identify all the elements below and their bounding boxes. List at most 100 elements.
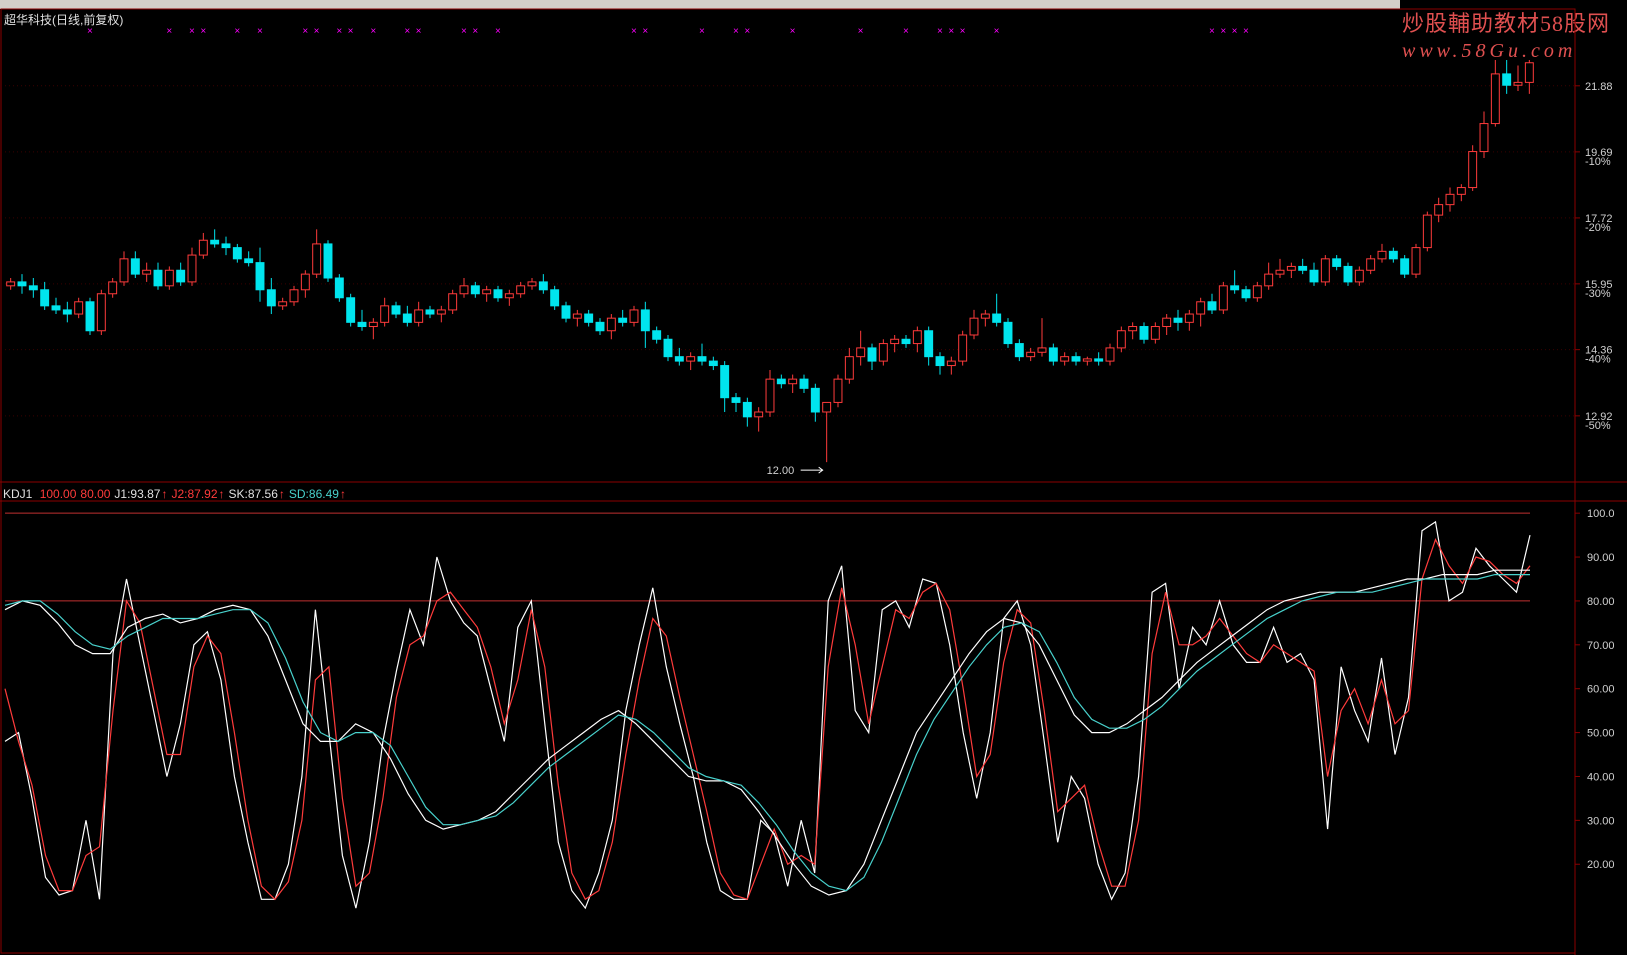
candle-body — [62, 309, 72, 315]
candle-body — [1332, 258, 1342, 267]
candle-body — [550, 289, 560, 307]
candle-body — [1343, 265, 1353, 283]
candle-body — [1241, 289, 1251, 299]
candle-body — [572, 313, 582, 319]
candle-body — [1139, 326, 1149, 340]
candle-body — [686, 356, 696, 362]
candle-body — [425, 309, 435, 315]
candle-body — [595, 321, 605, 332]
signal-marker: × — [495, 26, 501, 37]
candle-body — [1275, 269, 1285, 275]
candle-body — [74, 301, 84, 315]
candle-body — [1207, 301, 1217, 311]
candle-body — [153, 269, 163, 287]
candle-body — [1048, 347, 1058, 362]
candle-body — [108, 281, 118, 295]
candle-body — [606, 317, 616, 332]
candle-body — [1071, 356, 1081, 362]
candle-body — [221, 243, 231, 249]
candle-body — [1116, 330, 1126, 349]
candle-body — [1502, 73, 1512, 86]
candle-body — [1060, 356, 1070, 362]
candle-body — [697, 356, 707, 362]
candle-body — [844, 356, 854, 380]
candle-body — [323, 243, 333, 279]
candle-body — [482, 289, 492, 295]
candle-body — [6, 281, 16, 287]
candle-body — [1298, 265, 1308, 271]
signal-marker: × — [994, 26, 1000, 37]
pct-label: -50% — [1585, 420, 1611, 432]
candle-body — [878, 343, 888, 362]
candle-body — [1513, 81, 1523, 86]
signal-marker: × — [370, 26, 376, 37]
pct-label: -20% — [1585, 222, 1611, 234]
candle-body — [1411, 247, 1421, 275]
min-price-annotation: 12.00 — [767, 465, 795, 477]
candle-body — [1003, 321, 1013, 345]
candle-body — [1150, 326, 1160, 340]
pct-label: -40% — [1585, 354, 1611, 366]
candle-body — [402, 313, 412, 323]
candle-body — [1320, 258, 1330, 283]
candle-body — [334, 277, 344, 299]
candle-body — [17, 281, 27, 287]
candle-body — [810, 387, 820, 413]
indicator-tick-label: 70.00 — [1587, 640, 1615, 652]
candle-body — [890, 338, 900, 345]
candle-body — [289, 289, 299, 303]
pct-label: -30% — [1585, 288, 1611, 300]
signal-marker: × — [903, 26, 909, 37]
candle-body — [1468, 151, 1478, 189]
signal-marker: × — [336, 26, 342, 37]
candle-body — [1173, 317, 1183, 323]
candle-body — [278, 301, 288, 307]
candle-body — [652, 330, 662, 340]
candle-body — [414, 309, 424, 323]
candle-body — [300, 273, 310, 291]
candle-body — [255, 262, 265, 291]
signal-marker: × — [699, 26, 705, 37]
candle-body — [969, 317, 979, 336]
candle-body — [867, 347, 877, 362]
signal-marker: × — [948, 26, 954, 37]
candle-body — [312, 243, 322, 275]
candle-body — [1184, 313, 1194, 323]
signal-marker: × — [472, 26, 478, 37]
candle-body — [1354, 269, 1364, 283]
signal-marker: × — [1209, 26, 1215, 37]
candle-body — [584, 313, 594, 323]
series-line-sd — [4, 573, 1530, 892]
candle-body — [958, 334, 968, 362]
candle-body — [1309, 269, 1319, 283]
candle-body — [629, 309, 639, 323]
signal-marker: × — [744, 26, 750, 37]
candle-body — [946, 360, 956, 367]
candle-body — [1377, 250, 1387, 260]
signal-marker: × — [416, 26, 422, 37]
candle-body — [380, 305, 390, 323]
signal-marker: × — [234, 26, 240, 37]
series-line-j2 — [4, 537, 1531, 901]
candle-body — [198, 239, 208, 256]
candle-body — [1196, 301, 1206, 315]
candle-body — [1524, 62, 1534, 83]
candle-body — [28, 285, 38, 291]
candle-body — [674, 356, 684, 362]
candle-body — [232, 247, 242, 260]
candle-body — [924, 330, 934, 358]
candle-body — [663, 338, 673, 358]
candle-body — [822, 401, 832, 413]
stock-chart[interactable]: 21.8819.6917.7215.9514.3612.92-10%-20%-3… — [0, 0, 1627, 955]
signal-marker: × — [200, 26, 206, 37]
signal-marker: × — [302, 26, 308, 37]
signal-marker: × — [348, 26, 354, 37]
indicator-tick-label: 40.00 — [1587, 771, 1615, 783]
candle-body — [176, 269, 186, 283]
candle-body — [493, 289, 503, 299]
candle-body — [742, 401, 752, 418]
candle-body — [912, 330, 922, 345]
candle-body — [346, 297, 356, 323]
indicator-tick-label: 60.00 — [1587, 684, 1615, 696]
signal-marker: × — [733, 26, 739, 37]
